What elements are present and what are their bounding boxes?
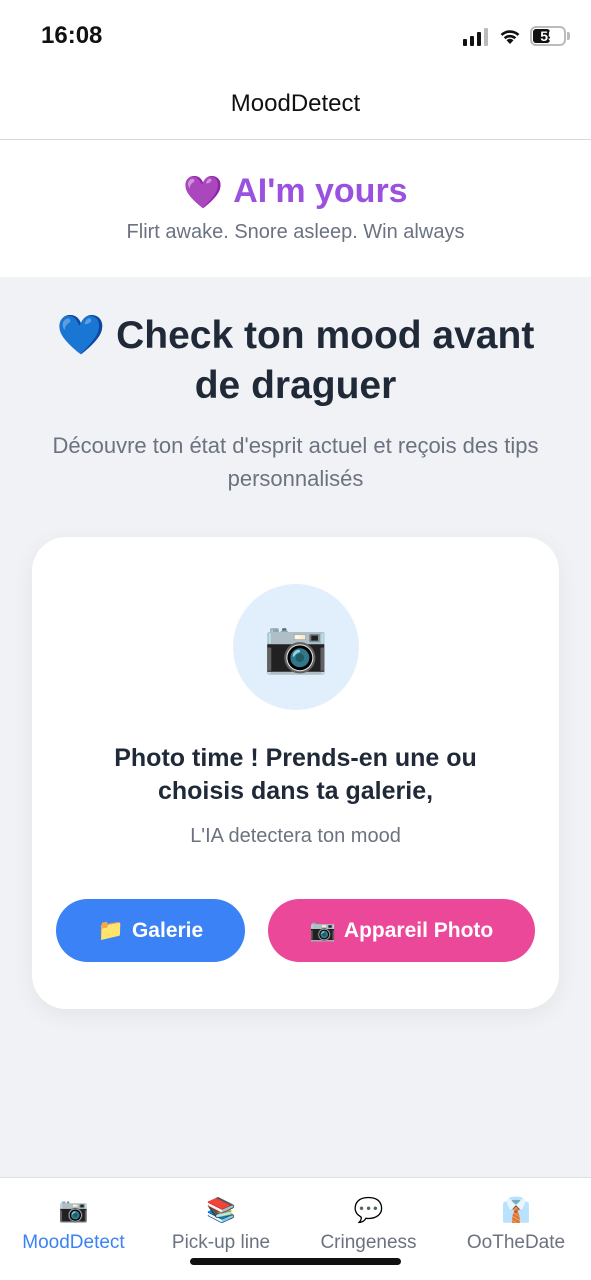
purple-heart-icon: 💜 bbox=[183, 173, 224, 210]
nav-header: MoodDetect bbox=[0, 72, 591, 140]
camera-icon: 📷 bbox=[309, 918, 336, 942]
tab-label: OoTheDate bbox=[466, 1232, 566, 1253]
wifi-icon bbox=[500, 30, 520, 44]
brand-banner: 💜 AI'm yours Flirt awake. Snore asleep. … bbox=[0, 140, 591, 277]
status-time: 16:08 bbox=[41, 22, 103, 49]
cellular-signal-icon bbox=[463, 28, 489, 46]
camera-icon: 📷 bbox=[263, 618, 329, 676]
status-bar: 16:08 55 bbox=[0, 0, 591, 72]
hero-section: 💙 Check ton mood avant de draguer Découv… bbox=[0, 277, 591, 495]
tab-oothedate[interactable]: 👔 OoTheDate bbox=[464, 1194, 568, 1254]
brand-name: AI'm yours bbox=[233, 172, 408, 210]
brand-tagline: Flirt awake. Snore asleep. Win always bbox=[126, 221, 465, 243]
camera-badge: 📷 bbox=[233, 584, 359, 710]
speech-bubble-icon: 💬 bbox=[353, 1197, 384, 1224]
tab-mooddetect[interactable]: 📷 MoodDetect bbox=[17, 1194, 130, 1254]
tab-label: Pick-up line bbox=[171, 1232, 271, 1253]
battery-icon: 55 bbox=[530, 26, 566, 46]
hero-title: 💙 Check ton mood avant de draguer bbox=[36, 311, 556, 411]
gallery-button-label: Galerie bbox=[131, 918, 204, 942]
brand-title: 💜 AI'm yours bbox=[0, 172, 591, 211]
folder-icon: 📁 bbox=[97, 918, 124, 942]
battery-level: 55 bbox=[540, 28, 556, 44]
card-subtitle: L'IA detectera ton mood bbox=[190, 825, 401, 847]
blue-heart-icon: 💙 bbox=[56, 314, 106, 357]
tab-label: Cringeness bbox=[320, 1232, 417, 1253]
card-title: Photo time ! Prends-en une ou choisis da… bbox=[114, 744, 477, 805]
tab-label: MoodDetect bbox=[22, 1232, 125, 1253]
photo-card: 📷 Photo time ! Prends-en une ou choisis … bbox=[32, 537, 559, 1009]
necktie-shirt-icon: 👔 bbox=[501, 1197, 531, 1224]
page-title: MoodDetect bbox=[230, 89, 361, 117]
app-screen: 16:08 55 MoodDetect 💜 AI'm yours Flirt a… bbox=[0, 0, 591, 1280]
camera-icon: 📷 bbox=[58, 1197, 89, 1224]
books-icon: 📚 bbox=[206, 1197, 236, 1224]
gallery-button[interactable]: 📁 Galerie bbox=[56, 899, 245, 962]
tab-cringeness[interactable]: 💬 Cringeness bbox=[316, 1194, 421, 1254]
home-indicator[interactable] bbox=[190, 1258, 401, 1265]
hero-title-text: Check ton mood avant de draguer bbox=[116, 314, 535, 407]
hero-subtitle: Découvre ton état d'esprit actuel et reç… bbox=[52, 433, 539, 491]
tab-pick-up-line[interactable]: 📚 Pick-up line bbox=[166, 1194, 276, 1254]
camera-button-label: Appareil Photo bbox=[343, 918, 494, 942]
camera-button[interactable]: 📷 Appareil Photo bbox=[268, 899, 535, 962]
